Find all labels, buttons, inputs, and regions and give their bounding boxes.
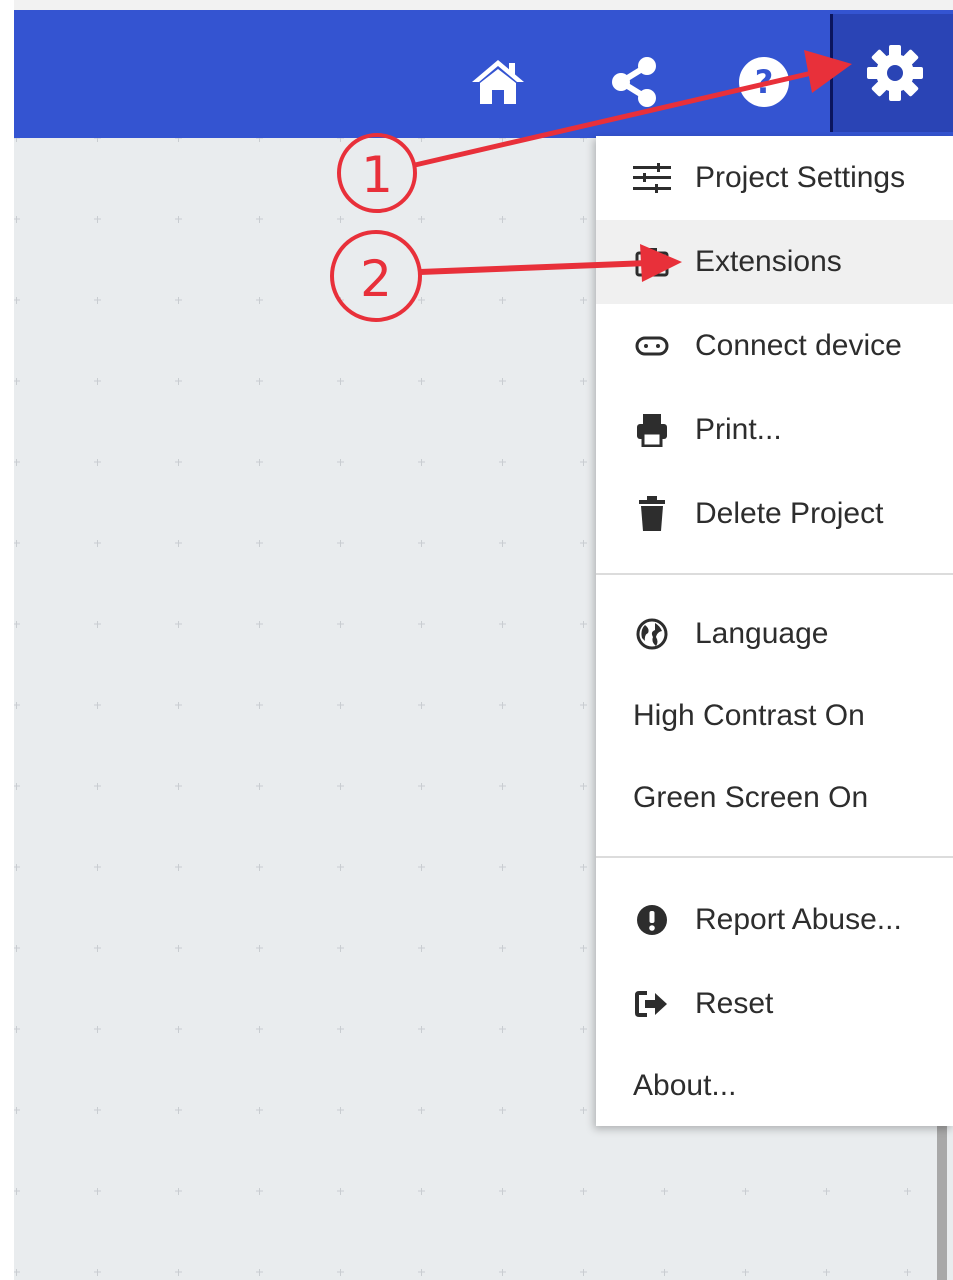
home-button[interactable]: [466, 50, 530, 114]
globe-icon: [633, 615, 671, 653]
menu-item-label: Print...: [695, 413, 782, 446]
sign-out-icon: [633, 985, 671, 1023]
menu-item-language[interactable]: Language: [596, 592, 953, 676]
menu-item-about[interactable]: About...: [596, 1044, 953, 1128]
menu-item-label: High Contrast On: [633, 699, 865, 732]
puzzle-icon: [633, 243, 671, 281]
menu-item-label: Connect device: [695, 329, 902, 362]
menu-item-label: Project Settings: [695, 161, 906, 194]
menu-item-high-contrast[interactable]: High Contrast On: [596, 674, 953, 758]
menu-divider: [596, 856, 953, 858]
usb-icon: [633, 327, 671, 365]
settings-dropdown-menu: Project Settings Extensions Connect devi…: [596, 136, 953, 1126]
svg-text:?: ?: [755, 63, 774, 101]
menu-item-delete-project[interactable]: Delete Project: [596, 472, 953, 556]
app-header: ?: [14, 10, 953, 138]
menu-divider: [596, 573, 953, 575]
trash-icon: [633, 495, 671, 533]
help-button[interactable]: ?: [732, 50, 796, 114]
menu-item-label: Report Abuse...: [695, 903, 902, 936]
printer-icon: [633, 411, 671, 449]
share-button[interactable]: [602, 50, 666, 114]
gear-icon: [866, 45, 923, 101]
help-icon: ?: [739, 57, 789, 107]
sliders-icon: [633, 159, 671, 197]
menu-item-connect-device[interactable]: Connect device: [596, 304, 953, 388]
settings-button[interactable]: [830, 14, 953, 132]
menu-item-green-screen[interactable]: Green Screen On: [596, 756, 953, 840]
menu-item-report-abuse[interactable]: Report Abuse...: [596, 878, 953, 962]
menu-item-project-settings[interactable]: Project Settings: [596, 136, 953, 220]
menu-item-reset[interactable]: Reset: [596, 962, 953, 1046]
menu-item-label: Reset: [695, 987, 774, 1020]
home-icon: [472, 60, 524, 104]
menu-item-extensions[interactable]: Extensions: [596, 220, 953, 304]
left-edge: [0, 0, 14, 1280]
exclamation-circle-icon: [633, 901, 671, 939]
menu-item-label: Language: [695, 617, 829, 650]
menu-item-label: Delete Project: [695, 497, 884, 530]
workspace-scrollbar[interactable]: [937, 1120, 947, 1280]
menu-item-label: Green Screen On: [633, 781, 869, 814]
menu-item-label: Extensions: [695, 245, 842, 278]
menu-item-label: About...: [633, 1069, 737, 1102]
menu-item-print[interactable]: Print...: [596, 388, 953, 472]
browser-top-edge: [0, 0, 953, 10]
share-icon: [612, 57, 656, 107]
